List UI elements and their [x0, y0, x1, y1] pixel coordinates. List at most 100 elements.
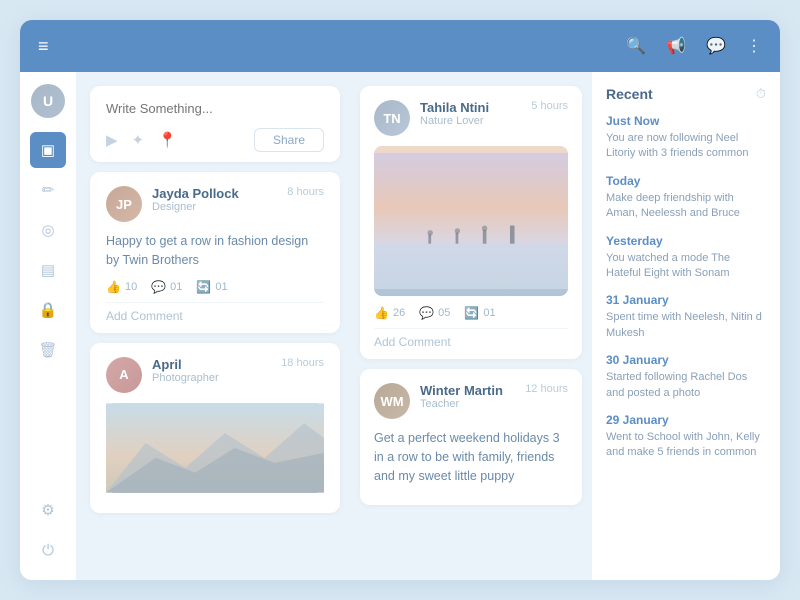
post-role: Photographer	[152, 372, 281, 384]
header: ≡ 🔍 📢 💬 ⋮	[20, 20, 780, 72]
avatar[interactable]: U	[31, 84, 65, 118]
sidebar-item-edit[interactable]: ✏	[30, 172, 66, 208]
comments-stat: 💬 05	[419, 306, 450, 320]
post-name: Winter Martin	[420, 383, 525, 398]
add-comment[interactable]: Add Comment	[374, 328, 568, 349]
middle-column: TN Tahila Ntini Nature Lover 5 hours	[350, 72, 592, 580]
post-header: WM Winter Martin Teacher 12 hours	[374, 383, 568, 419]
chat-icon[interactable]: 💬	[706, 36, 726, 56]
post-avatar: JP	[106, 186, 142, 222]
sidebar-item-power[interactable]: ⏻	[30, 532, 66, 568]
recent-date: Yesterday	[606, 234, 766, 248]
main-layout: U ▣ ✏ ◎ ▤ 🔒 🗑 ⚙ ⏻ ▶ ✦ 📍 Share	[20, 72, 780, 580]
post-card: JP Jayda Pollock Designer 8 hours Happy …	[90, 172, 340, 333]
post-stats: 👍 10 💬 01 🔄 01	[106, 280, 324, 294]
post-card-april: A April Photographer 18 hours	[90, 343, 340, 513]
location-icon[interactable]: 📍	[158, 131, 177, 149]
post-name: Jayda Pollock	[152, 186, 287, 201]
hamburger-icon[interactable]: ≡	[38, 36, 49, 57]
comments-stat: 💬 01	[151, 280, 182, 294]
recent-date: 31 January	[606, 293, 766, 307]
like-icon[interactable]: 👍	[374, 306, 389, 320]
recent-date: 29 January	[606, 413, 766, 427]
post-meta: Winter Martin Teacher	[420, 383, 525, 410]
recent-text: Spent time with Neelesh, Nitin d Mukesh	[606, 310, 766, 341]
post-time: 8 hours	[287, 186, 324, 198]
likes-count: 26	[393, 307, 405, 319]
tag-icon[interactable]: ✦	[132, 131, 145, 149]
comment-icon[interactable]: 💬	[151, 280, 166, 294]
recent-text: You watched a mode The Hateful Eight wit…	[606, 251, 766, 282]
sidebar-item-home[interactable]: ▣	[30, 132, 66, 168]
sidebar: U ▣ ✏ ◎ ▤ 🔒 🗑 ⚙ ⏻	[20, 72, 76, 580]
shares-count: 01	[483, 307, 495, 319]
recent-section-today: Today Make deep friendship with Aman, Ne…	[606, 174, 766, 222]
recent-panel: Recent ⏱ Just Now You are now following …	[592, 72, 780, 580]
post-time: 12 hours	[525, 383, 568, 395]
add-comment[interactable]: Add Comment	[106, 302, 324, 323]
recent-text: Make deep friendship with Aman, Neelessh…	[606, 191, 766, 222]
post-meta: Jayda Pollock Designer	[152, 186, 287, 213]
video-icon[interactable]: ▶	[106, 131, 118, 149]
sidebar-item-explore[interactable]: ◎	[30, 212, 66, 248]
sidebar-item-settings[interactable]: ⚙	[30, 492, 66, 528]
sidebar-item-grid[interactable]: ▤	[30, 252, 66, 288]
post-name: Tahila Ntini	[420, 100, 531, 115]
clock-icon[interactable]: ⏱	[756, 86, 766, 102]
share-icon[interactable]: 🔄	[464, 306, 479, 320]
recent-text: Went to School with John, Kelly and make…	[606, 430, 766, 461]
header-left: ≡	[38, 36, 49, 57]
post-time: 18 hours	[281, 357, 324, 369]
post-meta: Tahila Ntini Nature Lover	[420, 100, 531, 127]
likes-stat: 👍 26	[374, 306, 405, 320]
post-image	[106, 403, 324, 493]
middle-post-winter: WM Winter Martin Teacher 12 hours Get a …	[360, 369, 582, 505]
post-image-landscape	[374, 146, 568, 296]
recent-date: Today	[606, 174, 766, 188]
post-avatar: A	[106, 357, 142, 393]
likes-count: 10	[125, 281, 137, 293]
shares-stat: 🔄 01	[196, 280, 227, 294]
recent-section-jan31: 31 January Spent time with Neelesh, Niti…	[606, 293, 766, 341]
post-name: April	[152, 357, 281, 372]
post-avatar: WM	[374, 383, 410, 419]
post-role: Teacher	[420, 398, 525, 410]
post-stats: 👍 26 💬 05 🔄 01	[374, 306, 568, 320]
recent-text: Started following Rachel Dos and posted …	[606, 370, 766, 401]
recent-section-yesterday: Yesterday You watched a mode The Hateful…	[606, 234, 766, 282]
comments-count: 01	[170, 281, 182, 293]
post-header: JP Jayda Pollock Designer 8 hours	[106, 186, 324, 222]
recent-header: Recent ⏱	[606, 86, 766, 102]
middle-post-tahila: TN Tahila Ntini Nature Lover 5 hours	[360, 86, 582, 359]
shares-stat: 🔄 01	[464, 306, 495, 320]
share-button[interactable]: Share	[254, 128, 324, 152]
recent-section-jan30: 30 January Started following Rachel Dos …	[606, 353, 766, 401]
recent-text: You are now following Neel Litoriy with …	[606, 131, 766, 162]
recent-date: Just Now	[606, 114, 766, 128]
likes-stat: 👍 10	[106, 280, 137, 294]
share-icon[interactable]: 🔄	[196, 280, 211, 294]
post-role: Designer	[152, 201, 287, 213]
header-right: 🔍 📢 💬 ⋮	[626, 36, 762, 56]
announce-icon[interactable]: 📢	[666, 36, 686, 56]
comment-icon[interactable]: 💬	[419, 306, 434, 320]
post-content: Get a perfect weekend holidays 3 in a ro…	[374, 429, 568, 485]
recent-section-jan29: 29 January Went to School with John, Kel…	[606, 413, 766, 461]
post-meta: April Photographer	[152, 357, 281, 384]
write-input[interactable]	[106, 101, 324, 116]
post-header: A April Photographer 18 hours	[106, 357, 324, 393]
post-role: Nature Lover	[420, 115, 531, 127]
shares-count: 01	[215, 281, 227, 293]
recent-section-justnow: Just Now You are now following Neel Lito…	[606, 114, 766, 162]
more-icon[interactable]: ⋮	[746, 36, 762, 56]
like-icon[interactable]: 👍	[106, 280, 121, 294]
search-icon[interactable]: 🔍	[626, 36, 646, 56]
comments-count: 05	[438, 307, 450, 319]
recent-title: Recent	[606, 86, 653, 102]
post-avatar: TN	[374, 100, 410, 136]
write-box: ▶ ✦ 📍 Share	[90, 86, 340, 162]
recent-date: 30 January	[606, 353, 766, 367]
sidebar-item-lock[interactable]: 🔒	[30, 292, 66, 328]
app-container: ≡ 🔍 📢 💬 ⋮ U ▣ ✏ ◎ ▤ 🔒 🗑 ⚙ ⏻	[20, 20, 780, 580]
sidebar-item-trash[interactable]: 🗑	[30, 332, 66, 368]
